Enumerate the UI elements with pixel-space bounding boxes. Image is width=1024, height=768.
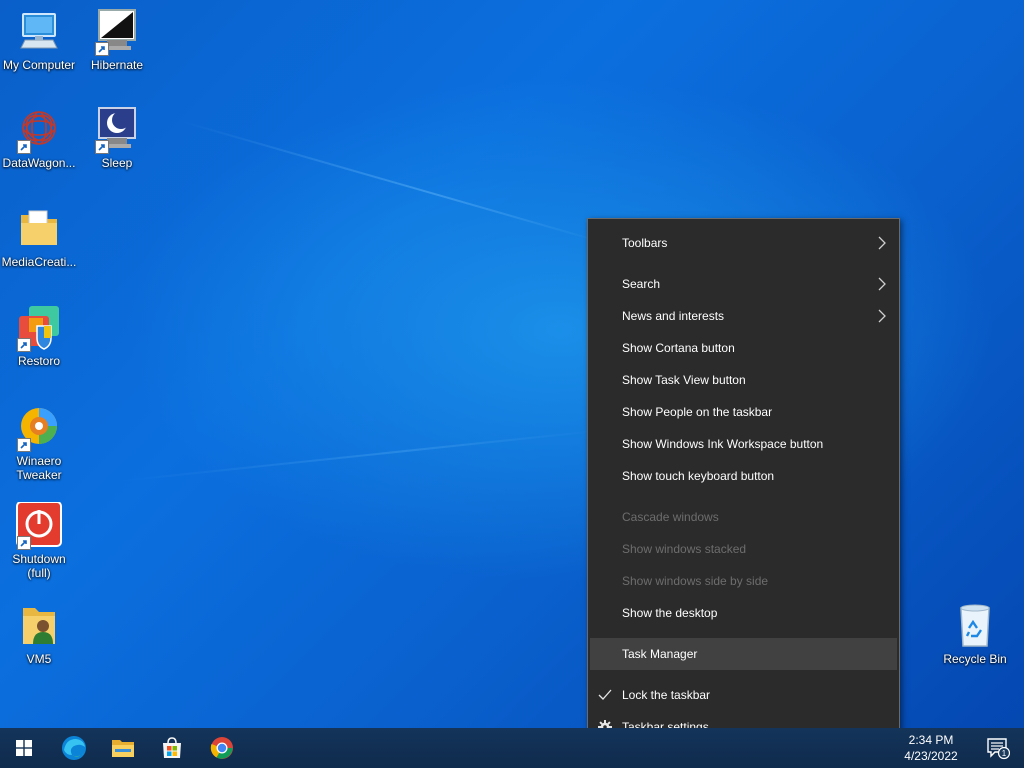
desktop-icon-hibernate[interactable]: Hibernate <box>78 8 156 72</box>
menu-item-cascade-windows: Cascade windows <box>590 501 897 533</box>
menu-item-task-manager[interactable]: Task Manager <box>590 638 897 670</box>
user-folder-icon <box>15 602 63 650</box>
shortcut-arrow-icon <box>95 42 109 56</box>
computer-icon <box>15 8 63 56</box>
shortcut-arrow-icon <box>17 140 31 154</box>
menu-item-search[interactable]: Search <box>590 268 897 300</box>
menu-item-label: Search <box>622 277 661 291</box>
desktop-icon-label: My Computer <box>2 58 76 72</box>
desktop-icon-label: VM5 <box>26 652 52 666</box>
hibernate-icon <box>93 8 141 56</box>
taskbar: 2:34 PM 4/23/2022 1 <box>0 728 1024 768</box>
taskbar-edge[interactable] <box>50 728 98 768</box>
menu-item-label: Show touch keyboard button <box>622 469 775 483</box>
chevron-right-icon <box>878 277 886 291</box>
desktop-icon-label: Hibernate <box>90 58 144 72</box>
desktop-icon-recycle-bin[interactable]: Recycle Bin <box>936 602 1014 666</box>
menu-item-label: News and interests <box>622 309 725 323</box>
menu-item-show-the-desktop[interactable]: Show the desktop <box>590 597 897 629</box>
winaero-tweaker-icon <box>15 404 63 452</box>
desktop-icon-label: Shutdown (full) <box>12 552 66 580</box>
start-icon <box>16 740 32 756</box>
desktop-icon-shutdown[interactable]: Shutdown (full) <box>0 501 78 580</box>
menu-item-label: Show Windows Ink Workspace button <box>622 437 824 451</box>
desktop-icon-label: DataWagon... <box>2 156 76 170</box>
shortcut-arrow-icon <box>17 536 31 550</box>
start-button[interactable] <box>0 728 48 768</box>
chevron-right-icon <box>878 309 886 323</box>
desktop-icon-label: MediaCreati... <box>1 255 77 269</box>
menu-item-label: Toolbars <box>622 236 668 250</box>
file-explorer-icon <box>112 740 134 757</box>
desktop-icon-datawagon[interactable]: DataWagon... <box>0 106 78 170</box>
menu-item-label: Show Cortana button <box>622 341 735 355</box>
sleep-icon <box>93 106 141 154</box>
desktop-icon-label: Winaero Tweaker <box>16 454 62 482</box>
menu-item-show-windows-side-by-side: Show windows side by side <box>590 565 897 597</box>
datawagon-icon <box>15 106 63 154</box>
action-center-button[interactable]: 1 <box>986 736 1011 760</box>
menu-item-news-and-interests[interactable]: News and interests <box>590 300 897 332</box>
menu-item-show-task-view-button[interactable]: Show Task View button <box>590 364 897 396</box>
checkmark-icon <box>598 689 612 700</box>
desktop-icon-label: Recycle Bin <box>943 652 1007 666</box>
shortcut-arrow-icon <box>95 140 109 154</box>
edge-icon <box>62 736 86 760</box>
menu-item-show-people[interactable]: Show People on the taskbar <box>590 396 897 428</box>
menu-item-label: Show Task View button <box>622 373 746 387</box>
taskbar-context-menu: Toolbars Search News and interests Show … <box>587 218 900 751</box>
desktop-icon-winaero-tweaker[interactable]: Winaero Tweaker <box>0 404 78 482</box>
desktop-icon-label: Sleep <box>101 156 133 170</box>
notification-icon: 1 <box>987 738 1011 760</box>
menu-item-label: Cascade windows <box>622 510 719 524</box>
desktop-icon-sleep[interactable]: Sleep <box>78 106 156 170</box>
menu-item-show-cortana-button[interactable]: Show Cortana button <box>590 332 897 364</box>
taskbar-store[interactable] <box>148 728 196 768</box>
desktop-icon-vm5[interactable]: VM5 <box>0 602 78 666</box>
desktop-icon-mediacreation[interactable]: MediaCreati... <box>0 205 78 269</box>
menu-item-label: Lock the taskbar <box>622 688 711 702</box>
menu-item-lock-the-taskbar[interactable]: Lock the taskbar <box>590 679 897 711</box>
taskbar-file-explorer[interactable] <box>99 728 147 768</box>
menu-item-show-windows-ink[interactable]: Show Windows Ink Workspace button <box>590 428 897 460</box>
store-icon <box>163 737 181 758</box>
recycle-bin-icon <box>951 602 999 650</box>
chrome-icon <box>210 737 233 759</box>
desktop-icon-my-computer[interactable]: My Computer <box>0 8 78 72</box>
desktop-icon-restoro[interactable]: Restoro <box>0 304 78 368</box>
chevron-right-icon <box>878 236 886 250</box>
menu-item-label: Task Manager <box>622 647 698 661</box>
folder-icon <box>15 205 63 253</box>
taskbar-chrome[interactable] <box>198 728 246 768</box>
shortcut-arrow-icon <box>17 338 31 352</box>
menu-item-label: Show windows side by side <box>622 574 769 588</box>
desktop-icon-label: Restoro <box>17 354 61 368</box>
notification-count: 1 <box>1002 749 1007 758</box>
clock-date: 4/23/2022 <box>904 749 958 763</box>
clock-time: 2:34 PM <box>908 733 954 747</box>
menu-item-label: Show the desktop <box>622 606 718 620</box>
menu-item-toolbars[interactable]: Toolbars <box>590 227 897 259</box>
shortcut-arrow-icon <box>17 438 31 452</box>
taskbar-clock[interactable]: 2:34 PM 4/23/2022 <box>886 728 976 768</box>
restoro-icon <box>15 304 63 352</box>
menu-item-label: Show windows stacked <box>622 542 747 556</box>
menu-item-show-windows-stacked: Show windows stacked <box>590 533 897 565</box>
menu-item-label: Show People on the taskbar <box>622 405 773 419</box>
menu-item-show-touch-keyboard[interactable]: Show touch keyboard button <box>590 460 897 492</box>
shutdown-icon <box>15 501 63 550</box>
